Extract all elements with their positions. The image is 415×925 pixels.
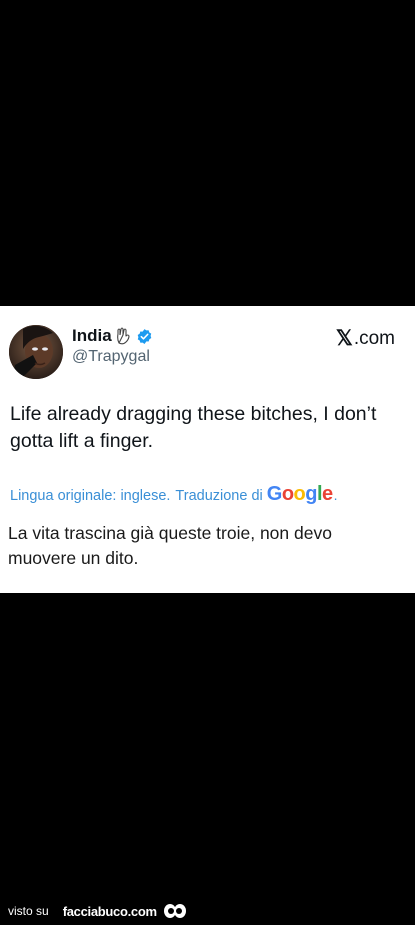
footer-prefix: visto su — [8, 904, 49, 918]
eyes-icon — [163, 903, 187, 919]
footer-brand[interactable]: facciabuco.com — [63, 904, 157, 919]
tweet-card: India @Trapygal 𝕏 .com Life already drag… — [0, 306, 415, 593]
original-language-label: Lingua originale: inglese. — [10, 488, 171, 504]
translation-dot: . — [333, 487, 338, 503]
source-domain: .com — [353, 327, 395, 349]
watermark-footer: visto su facciabuco.com — [8, 903, 187, 919]
user-handle[interactable]: @Trapygal — [72, 348, 150, 366]
google-logo: Google — [266, 483, 333, 505]
display-name[interactable]: India — [72, 326, 112, 346]
tweet-text: Life already dragging these bitches, I d… — [10, 403, 377, 452]
translation-attribution: Lingua originale: inglese. Traduzione di… — [10, 483, 338, 506]
waving-hand-icon — [116, 327, 132, 345]
translated-by-label: Traduzione di — [175, 488, 263, 504]
avatar[interactable] — [9, 325, 63, 379]
author-name-row: India — [72, 326, 153, 346]
verified-badge-icon — [136, 328, 153, 345]
translated-text: La vita trascina già queste troie, non d… — [8, 523, 332, 568]
source-label[interactable]: 𝕏 .com — [336, 326, 395, 351]
x-logo-icon: 𝕏 — [335, 327, 353, 350]
